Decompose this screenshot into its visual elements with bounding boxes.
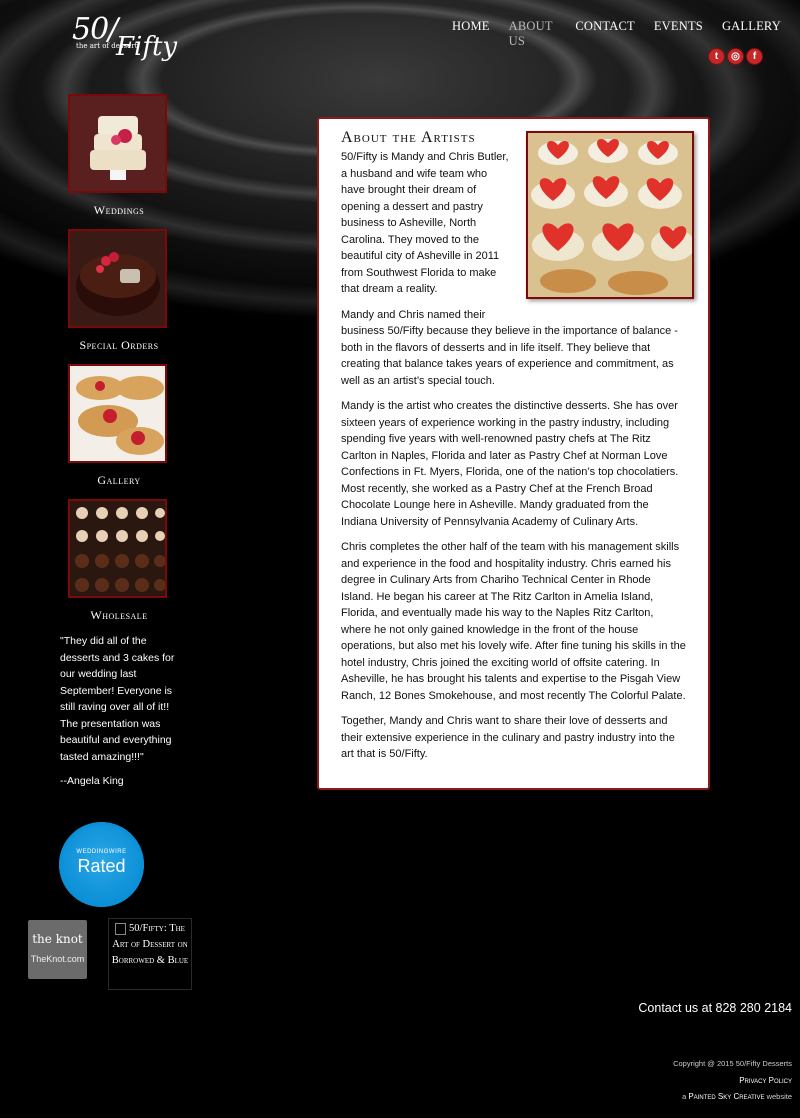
- wholesale-thumbnail[interactable]: [68, 499, 167, 598]
- special-orders-link[interactable]: Special Orders: [56, 338, 182, 353]
- testimonial: "They did all of the desserts and 3 cake…: [60, 633, 188, 798]
- credit-line: a Painted Sky Creative website: [673, 1089, 792, 1106]
- wholesale-link[interactable]: Wholesale: [56, 608, 182, 623]
- broken-image-icon: [115, 922, 127, 935]
- nav-home[interactable]: HOME: [452, 19, 490, 49]
- about-content: About the Artists 50/Fifty is Mandy and …: [317, 117, 710, 790]
- theknot-logo: the knot: [32, 932, 83, 946]
- nav-gallery[interactable]: GALLERY: [722, 19, 781, 49]
- weddings-link[interactable]: Weddings: [56, 203, 182, 218]
- nav-events[interactable]: EVENTS: [654, 19, 703, 49]
- special-orders-thumbnail[interactable]: [68, 229, 167, 328]
- facebook-icon[interactable]: f: [747, 49, 762, 64]
- instagram-icon[interactable]: ◎: [728, 49, 743, 64]
- wedding-cake-image: [70, 96, 165, 191]
- site-logo[interactable]: 50/ Fifty the art of dessert: [72, 12, 177, 72]
- credit-prefix: a: [682, 1092, 687, 1101]
- painted-sky-link[interactable]: Painted Sky Creative: [688, 1092, 764, 1101]
- credit-suffix: website: [766, 1092, 792, 1101]
- weddingwire-label: WEDDINGWIRE: [76, 848, 127, 855]
- logo-tagline: the art of dessert: [76, 42, 138, 50]
- copyright: Copyright @ 2015 50/Fifty Desserts: [673, 1059, 792, 1068]
- about-paragraph-4: Chris completes the other half of the te…: [341, 541, 686, 702]
- weddingwire-rated: Rated: [77, 855, 126, 876]
- privacy-policy-link[interactable]: Privacy Policy: [739, 1076, 792, 1085]
- sidebar: Weddings Special Orders Gallery Wholesal…: [56, 94, 182, 634]
- twitter-icon[interactable]: t: [709, 49, 724, 64]
- gallery-thumbnail[interactable]: [68, 364, 167, 463]
- borrowed-blue-badge[interactable]: 50/Fifty: The Art of Dessert on Borrowed…: [108, 918, 192, 990]
- tarts-image: [70, 366, 165, 461]
- chocolate-cake-image: [70, 231, 165, 326]
- main-nav: HOME ABOUT US CONTACT EVENTS GALLERY: [452, 19, 800, 49]
- contact-phone: Contact us at 828 280 2184: [638, 1001, 792, 1015]
- about-paragraph-3: Mandy is the artist who creates the dist…: [341, 400, 679, 528]
- weddingwire-rated-badge[interactable]: WEDDINGWIRE Rated: [59, 822, 144, 907]
- about-paragraph-5: Together, Mandy and Chris want to share …: [341, 715, 675, 760]
- social-links: t ◎ f: [709, 49, 762, 64]
- nav-contact[interactable]: CONTACT: [575, 19, 634, 49]
- theknot-caption: TheKnot.com: [30, 954, 85, 964]
- heart-desserts-illustration: [528, 133, 692, 297]
- gallery-link[interactable]: Gallery: [56, 473, 182, 488]
- testimonial-quote: "They did all of the desserts and 3 cake…: [60, 635, 175, 763]
- weddings-thumbnail[interactable]: [68, 94, 167, 193]
- theknot-badge[interactable]: the knot TheKnot.com: [28, 920, 87, 979]
- footer: Copyright @ 2015 50/Fifty Desserts Priva…: [673, 1056, 792, 1106]
- heart-desserts-image: [526, 131, 694, 299]
- about-paragraph-2: Mandy and Chris named their business 50/…: [341, 308, 678, 387]
- wholesale-desserts-image: [70, 501, 165, 596]
- testimonial-author: --Angela King: [60, 775, 124, 787]
- nav-about-us[interactable]: ABOUT US: [509, 19, 557, 49]
